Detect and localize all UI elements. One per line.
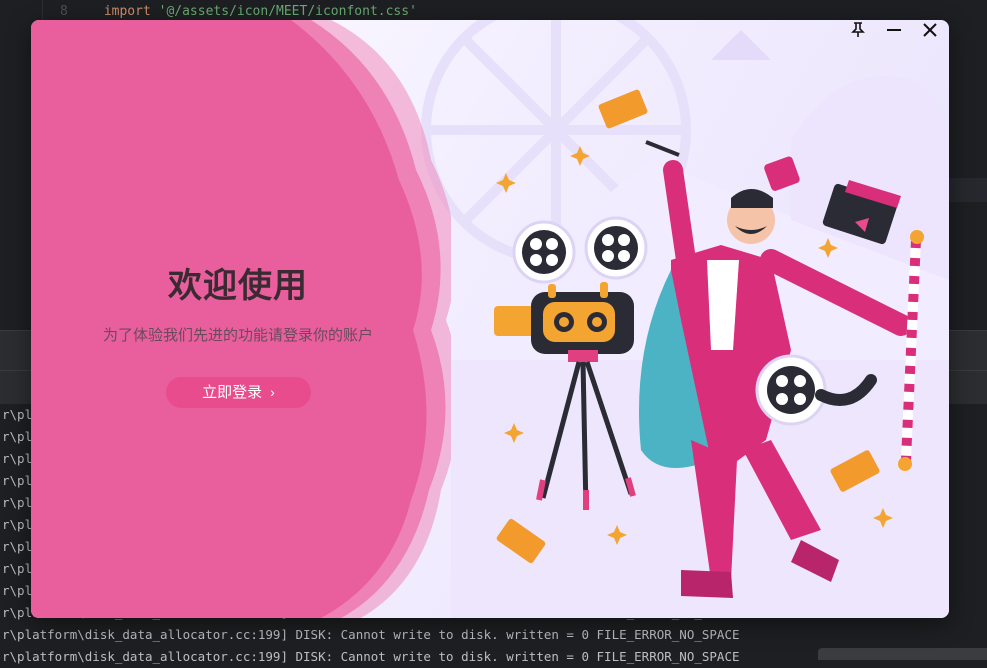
page-title: 欢迎使用 <box>168 266 308 306</box>
welcome-panel: 欢迎使用 为了体验我们先进的功能请登录你的账户 立即登录 › <box>31 20 451 618</box>
chevron-right-icon: › <box>270 384 275 400</box>
code-keyword: import <box>103 4 151 19</box>
pin-icon[interactable] <box>847 22 869 44</box>
subtitle-text: 为了体验我们先进的功能请登录你的账户 <box>102 326 373 344</box>
film-reel-right <box>584 216 648 280</box>
minimize-icon[interactable] <box>883 22 905 44</box>
code-line: 8 import '@/assets/icon/MEET/iconfont.css… <box>60 4 417 19</box>
horizontal-scrollbar[interactable] <box>818 648 987 660</box>
line-number: 8 <box>60 4 68 19</box>
film-reel-left <box>512 220 576 284</box>
console-line: r\platform\disk_data_allocator.cc:199] D… <box>2 627 740 642</box>
welcome-login-dialog: 欢迎使用 为了体验我们先进的功能请登录你的账户 立即登录 › <box>31 20 949 618</box>
window-controls <box>847 22 941 44</box>
login-now-button[interactable]: 立即登录 › <box>166 377 311 408</box>
login-button-label: 立即登录 <box>202 384 263 401</box>
close-icon[interactable] <box>919 22 941 44</box>
code-string: '@/assets/icon/MEET/iconfont.css' <box>158 4 417 19</box>
